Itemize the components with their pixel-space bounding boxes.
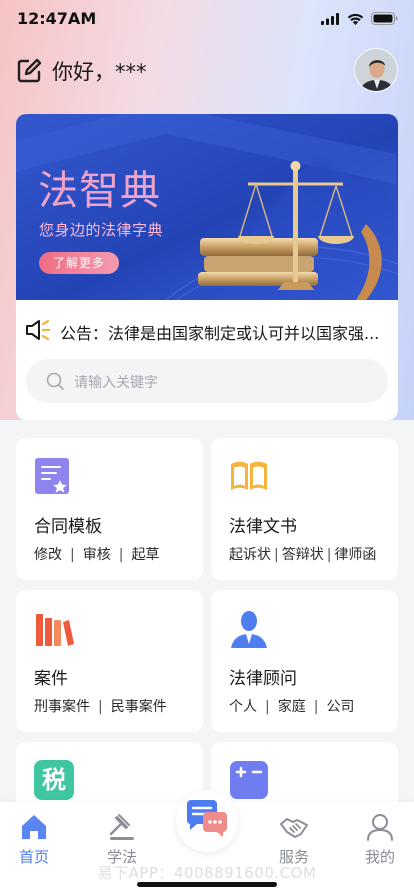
service-subitem[interactable]: 公司: [326, 699, 354, 715]
status-icons: [321, 12, 398, 25]
tab-home[interactable]: 首页: [4, 812, 64, 867]
open-book-icon: [231, 461, 267, 490]
advisor-person-icon: [231, 611, 267, 648]
edit-icon[interactable]: [16, 58, 42, 84]
notice-text: 公告：法律是由国家制定或认可并以国家强...: [60, 324, 380, 343]
tax-icon: 税: [34, 760, 74, 800]
handshake-icon: [280, 818, 308, 838]
user-photo-icon: [355, 49, 397, 91]
calculator-icon: [230, 761, 268, 799]
tab-consult-center[interactable]: [176, 790, 238, 852]
service-subitem[interactable]: 刑事案件: [34, 699, 90, 715]
service-subitem[interactable]: 家庭: [278, 699, 306, 715]
service-card-tax[interactable]: 税: [16, 742, 203, 802]
service-subitems: 刑事案件 | 民事案件: [34, 699, 167, 715]
banner-subtitle: 您身边的法律字典: [39, 221, 164, 239]
service-title: 合同模板: [34, 517, 102, 537]
service-subitems: 起诉状 | 答辩状 | 律师函: [229, 547, 377, 563]
service-card-legal-advisor[interactable]: 法律顾问 个人 | 家庭 | 公司: [211, 590, 398, 732]
service-title: 法律文书: [229, 517, 297, 537]
wifi-icon: [347, 13, 364, 25]
banner[interactable]: 法智典 您身边的法律字典 了解更多: [16, 114, 398, 300]
user-icon: [367, 814, 393, 841]
service-subitem[interactable]: 起草: [131, 547, 159, 563]
home-indicator: [137, 882, 277, 887]
avatar[interactable]: [354, 48, 398, 92]
gavel-icon: [109, 814, 134, 840]
main-card: 法智典 您身边的法律字典 了解更多 公告：法律是由国家制定或认可并以国家强...…: [16, 114, 398, 420]
chat-bubbles-icon: [186, 800, 227, 837]
search-icon: [46, 372, 64, 390]
contract-document-icon: [35, 458, 69, 494]
service-subitem[interactable]: 答辩状: [282, 547, 324, 563]
status-bar: 12:47AM: [0, 0, 414, 40]
tab-services[interactable]: 服务: [264, 812, 324, 867]
cellular-signal-icon: [321, 12, 339, 25]
service-card-calculator[interactable]: [211, 742, 398, 802]
service-title: 案件: [34, 669, 68, 689]
status-time: 12:47AM: [17, 9, 97, 28]
service-card-cases[interactable]: 案件 刑事案件 | 民事案件: [16, 590, 203, 732]
learn-more-button[interactable]: 了解更多: [39, 252, 119, 274]
service-card-legal-documents[interactable]: 法律文书 起诉状 | 答辩状 | 律师函: [211, 438, 398, 580]
header: 你好，***: [0, 44, 414, 100]
search-input[interactable]: 请输入关键字: [26, 359, 388, 403]
watermark-text: 易下APP：4008891600.COM: [97, 864, 317, 882]
speaker-icon: [26, 319, 51, 341]
service-subitem[interactable]: 律师函: [334, 547, 376, 563]
service-title: 法律顾问: [229, 669, 297, 689]
service-subitem[interactable]: 审核: [83, 547, 111, 563]
tab-learn-law[interactable]: 学法: [92, 812, 152, 867]
search-placeholder: 请输入关键字: [74, 375, 158, 391]
banner-title: 法智典: [38, 168, 161, 214]
service-subitems: 修改 | 审核 | 起草: [34, 547, 160, 563]
service-subitem[interactable]: 起诉状: [229, 547, 271, 563]
service-subitem[interactable]: 民事案件: [111, 699, 167, 715]
service-subitem[interactable]: 修改: [34, 547, 62, 563]
tab-profile[interactable]: 我的: [350, 812, 410, 867]
case-files-icon: [36, 614, 74, 646]
greeting-text: 你好，***: [52, 60, 147, 84]
notice-bar[interactable]: 公告：法律是由国家制定或认可并以国家强...: [24, 315, 394, 345]
service-subitem[interactable]: 个人: [229, 699, 257, 715]
service-subitems: 个人 | 家庭 | 公司: [229, 699, 355, 715]
service-card-contract-templates[interactable]: 合同模板 修改 | 审核 | 起草: [16, 438, 203, 580]
battery-icon: [371, 12, 398, 25]
home-icon: [22, 815, 46, 839]
